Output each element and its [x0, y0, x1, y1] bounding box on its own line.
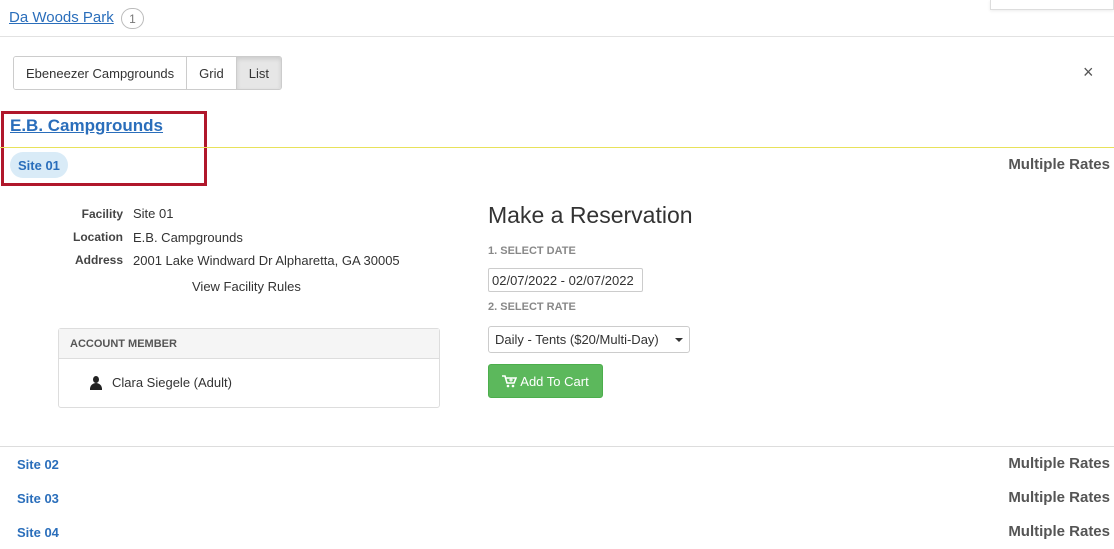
- campground-divider: [0, 147, 1114, 148]
- close-icon[interactable]: ×: [1083, 63, 1094, 81]
- user-icon: [89, 375, 103, 390]
- view-facility-rules-link[interactable]: View Facility Rules: [192, 279, 301, 294]
- select-rate-label: 2. SELECT RATE: [488, 301, 576, 313]
- caret-down-icon: [675, 338, 683, 342]
- view-toggle: Ebeneezer Campgrounds Grid List: [13, 56, 282, 90]
- facility-label: Facility: [81, 207, 123, 221]
- select-date-label: 1. SELECT DATE: [488, 245, 576, 257]
- add-to-cart-button[interactable]: Add To Cart: [488, 364, 603, 398]
- member-row: Clara Siegele (Adult): [89, 375, 232, 390]
- section-divider: [0, 446, 1114, 447]
- site-01-pill[interactable]: Site 01: [10, 152, 68, 178]
- site-03-rates: Multiple Rates: [1008, 489, 1110, 506]
- account-member-heading: ACCOUNT MEMBER: [59, 329, 439, 359]
- facility-value: Site 01: [133, 206, 174, 221]
- address-value: 2001 Lake Windward Dr Alpharetta, GA 300…: [133, 253, 400, 268]
- location-label: Location: [73, 230, 123, 244]
- cart-plus-icon: [502, 374, 518, 387]
- reservation-title: Make a Reservation: [488, 202, 693, 228]
- site-02-link[interactable]: Site 02: [17, 457, 59, 472]
- member-name: Clara Siegele (Adult): [112, 375, 232, 390]
- rate-select[interactable]: Daily - Tents ($20/Multi-Day): [488, 326, 690, 353]
- site-04-rates: Multiple Rates: [1008, 523, 1110, 540]
- location-value: E.B. Campgrounds: [133, 230, 243, 245]
- view-list-button[interactable]: List: [236, 57, 281, 89]
- count-badge: 1: [121, 8, 144, 29]
- site-04-link[interactable]: Site 04: [17, 525, 59, 540]
- site-01-rates: Multiple Rates: [1008, 156, 1110, 173]
- date-range-input[interactable]: [488, 268, 643, 292]
- top-right-panel: [990, 0, 1114, 10]
- top-bar: Da Woods Park 1: [0, 0, 1114, 37]
- site-02-rates: Multiple Rates: [1008, 455, 1110, 472]
- add-to-cart-label: Add To Cart: [520, 373, 589, 389]
- rate-select-value: Daily - Tents ($20/Multi-Day): [495, 332, 659, 347]
- site-03-link[interactable]: Site 03: [17, 491, 59, 506]
- view-campgrounds-button[interactable]: Ebeneezer Campgrounds: [14, 57, 188, 89]
- account-member-panel: ACCOUNT MEMBER Clara Siegele (Adult): [58, 328, 440, 408]
- address-label: Address: [74, 253, 123, 267]
- view-grid-button[interactable]: Grid: [187, 57, 237, 89]
- park-name-link[interactable]: Da Woods Park: [9, 9, 114, 26]
